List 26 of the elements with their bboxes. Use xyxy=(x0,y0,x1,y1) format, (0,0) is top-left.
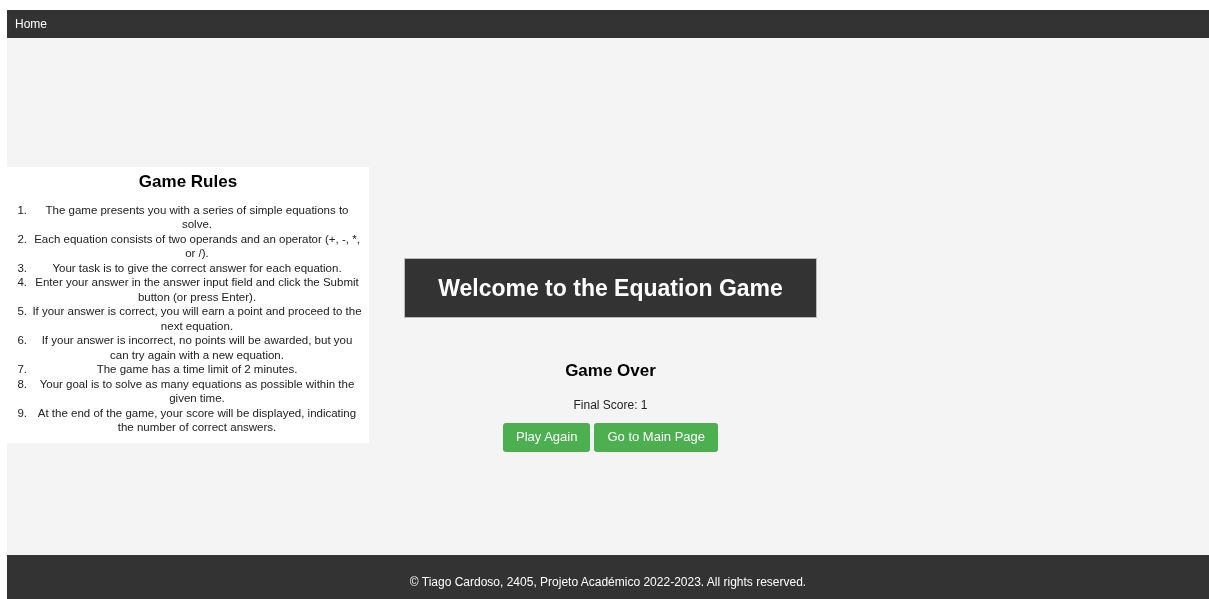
rule-text: Your goal is to solve as many equations as possible within the given time. xyxy=(38,376,356,406)
rule-number: 8. xyxy=(16,376,27,392)
rules-heading: Game Rules xyxy=(137,171,239,193)
rule-text: Enter your answer in the answer input field and click the Submit button (or press Enter). xyxy=(34,275,360,304)
final-score: Final Score: 1 xyxy=(573,396,648,414)
game-button[interactable]: Play Again xyxy=(503,422,591,452)
rule-number: 5. xyxy=(16,304,27,319)
rule-text: If your answer is incorrect, no points will be awarded, but you can try again with a new equation. xyxy=(40,333,354,362)
rule-number: 6. xyxy=(16,333,27,348)
rule-text: If your answer is correct, you will earn a point and proceed to the next equation. xyxy=(31,304,363,333)
rule-text: Each equation consists of two operands and an operator (+, -, *, or /). xyxy=(33,231,361,261)
footer-text: © Tiago Cardoso, 2405, Projeto Académico 2022-2023. All rights reserved. xyxy=(409,574,807,591)
rule-number: 2. xyxy=(16,231,27,247)
rule-text: At the end of the game, your score will be displayed, indicating the number of correct answers. xyxy=(36,405,358,435)
rule-text: The game presents you with a series of simple equations to solve. xyxy=(44,202,350,232)
rule-number: 7. xyxy=(16,362,27,377)
rule-number: 3. xyxy=(16,260,27,275)
game-button[interactable]: Go to Main Page xyxy=(594,422,718,452)
rule-text: Your task is to give the correct answer for each equation. xyxy=(51,260,343,275)
page-title: Welcome to the Equation Game xyxy=(404,258,817,318)
rule-text: The game has a time limit of 2 minutes. xyxy=(95,362,299,377)
rule-number: 4. xyxy=(16,275,27,290)
rule-number: 9. xyxy=(16,405,27,421)
rule-number: 1. xyxy=(16,202,27,218)
game-over-heading: Game Over xyxy=(565,360,656,382)
nav-link[interactable]: Home xyxy=(15,15,47,33)
